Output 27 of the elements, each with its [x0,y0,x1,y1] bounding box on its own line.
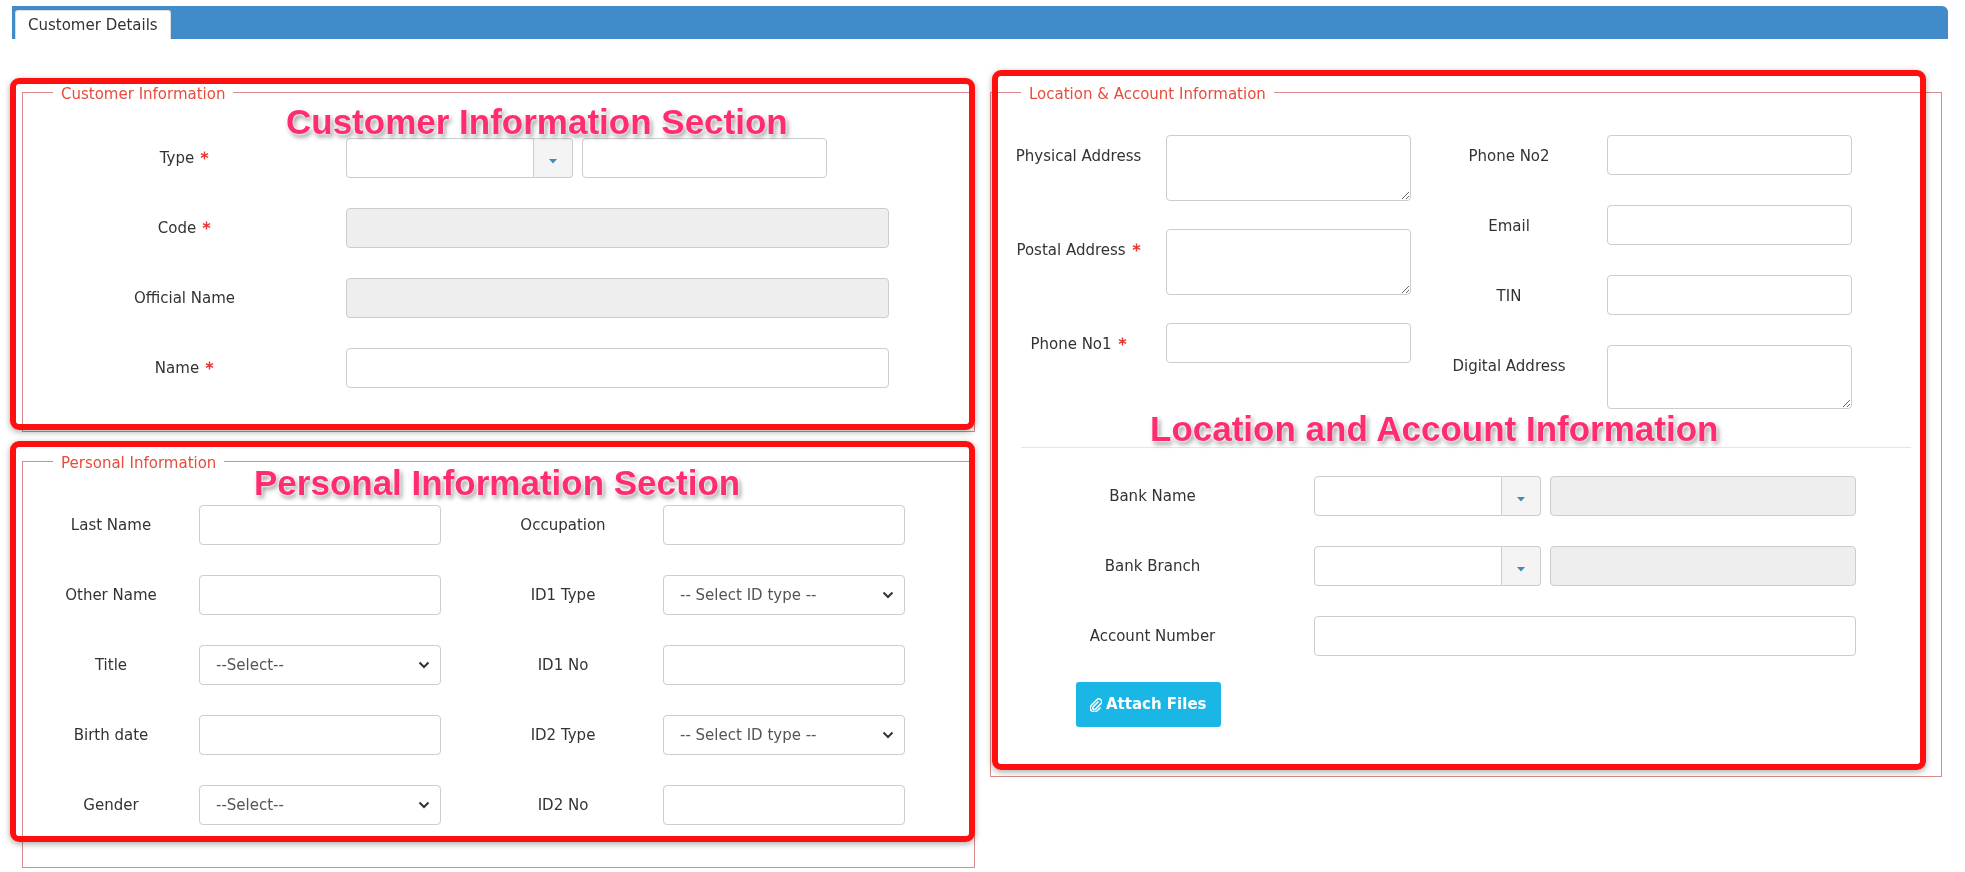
field-label: Title [94,654,128,676]
field-label: Phone No2 [1468,146,1550,167]
field-label: Bank Branch [1104,555,1201,577]
field-label: Occupation [520,514,606,536]
field-label: ID2 No [537,794,589,816]
field-label: Postal Address [1016,240,1126,261]
field-label: Official Name [133,287,236,309]
field-label: Name [154,357,200,379]
field-label: Account Number [1089,625,1216,647]
field-label: ID2 Type [530,724,596,746]
field-label: Last Name [70,514,152,536]
field-label: Gender [83,794,139,816]
field-label: Birth date [73,724,149,746]
annotation-caption: Personal Information Section [254,462,741,504]
annotation-caption: Customer Information Section [286,101,788,143]
field-label: Digital Address [1452,356,1566,377]
field-label: Code [157,217,197,239]
field-label: Email [1488,216,1530,237]
field-label: Type [159,147,195,169]
field-label: Phone No1 [1030,334,1112,355]
field-label: Bank Name [1109,485,1196,507]
field-label: TIN [1496,286,1522,307]
field-label: ID1 Type [530,584,596,606]
annotation-caption: Location and Account Information [1150,408,1719,450]
field-label: ID1 No [537,654,589,676]
field-label: Physical Address [1015,146,1142,167]
field-label: Other Name [65,584,157,606]
